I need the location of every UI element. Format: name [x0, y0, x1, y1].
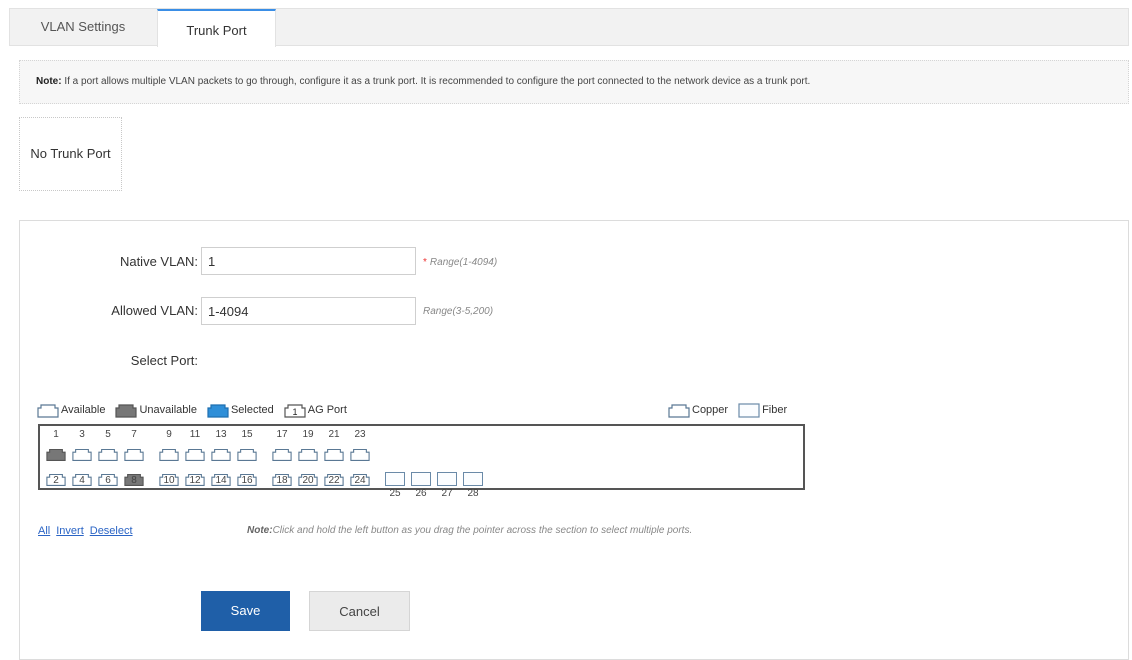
- port-number-label: 1: [53, 429, 59, 440]
- native-vlan-hint: * Range(1-4094): [423, 257, 497, 268]
- port-number-label: 10: [163, 475, 175, 486]
- port-21[interactable]: [324, 447, 344, 461]
- legend-selected-label: Selected: [230, 404, 274, 416]
- copper-port-icon: [668, 403, 690, 418]
- drag-select-note: Note:Click and hold the left button as y…: [247, 525, 692, 536]
- port-number-label: 18: [276, 475, 288, 486]
- save-button[interactable]: Save: [201, 591, 290, 631]
- port-number-label: 26: [415, 488, 427, 499]
- port-number-label: 8: [131, 475, 137, 486]
- allowed-vlan-input[interactable]: [201, 297, 416, 325]
- port-15[interactable]: [237, 447, 257, 461]
- port-number-label: 16: [241, 475, 253, 486]
- port-available-icon: [37, 403, 59, 418]
- port-number-label: 27: [441, 488, 453, 499]
- note-prefix: Note:: [36, 76, 62, 87]
- native-vlan-label: Native VLAN:: [119, 254, 198, 269]
- port-5[interactable]: [98, 447, 118, 461]
- tab-bar: VLAN Settings Trunk Port: [9, 8, 1129, 47]
- native-vlan-input[interactable]: [201, 247, 416, 275]
- port-number-label: 2: [53, 475, 59, 486]
- port-3[interactable]: [72, 447, 92, 461]
- invert-link[interactable]: Invert: [56, 525, 84, 537]
- port-number-label: 6: [105, 475, 111, 486]
- port-1[interactable]: [46, 447, 66, 461]
- select-all-link[interactable]: All: [38, 525, 50, 537]
- legend-available: Available: [37, 403, 105, 418]
- legend-copper: Copper: [668, 403, 728, 418]
- port-17[interactable]: [272, 447, 292, 461]
- port-number-label: 4: [79, 475, 85, 486]
- port-number-label: 28: [467, 488, 479, 499]
- legend-fiber: Fiber: [738, 402, 788, 418]
- trunk-port-status: No Trunk Port: [19, 117, 122, 191]
- legend-selected: Selected: [207, 403, 274, 418]
- legend-copper-label: Copper: [692, 404, 729, 416]
- port-9[interactable]: [159, 447, 179, 461]
- port-selected-icon: [207, 403, 229, 418]
- allowed-vlan-label: Allowed VLAN:: [111, 303, 198, 318]
- port-number-label: 21: [328, 429, 340, 440]
- native-vlan-range: Range(1-4094): [429, 257, 498, 268]
- port-number-label: 7: [131, 429, 137, 440]
- port-23[interactable]: [350, 447, 370, 461]
- port-number-label: 13: [215, 429, 227, 440]
- ag-port-number: 1: [292, 407, 297, 417]
- legend-fiber-label: Fiber: [762, 404, 788, 416]
- legend-unavailable-label: Unavailable: [139, 404, 197, 416]
- cancel-button[interactable]: Cancel: [309, 591, 410, 631]
- port-number-label: 9: [166, 429, 172, 440]
- port-unavailable-icon: [115, 403, 138, 418]
- tab-trunk-port[interactable]: Trunk Port: [157, 9, 276, 47]
- port-number-label: 12: [189, 475, 201, 486]
- drag-note-text: Click and hold the left button as you dr…: [272, 525, 693, 536]
- port-number-label: 23: [354, 429, 366, 440]
- port-number-label: 20: [302, 475, 314, 486]
- port-number-label: 5: [105, 429, 111, 440]
- port-number-label: 17: [276, 429, 288, 440]
- fiber-port-26[interactable]: [411, 472, 431, 486]
- port-number-label: 25: [389, 488, 401, 499]
- ag-port-icon: 1: [284, 403, 306, 418]
- legend-ag-port: 1 AG Port: [284, 403, 347, 418]
- port-number-label: 14: [215, 475, 227, 486]
- port-13[interactable]: [211, 447, 231, 461]
- port-panel[interactable]: 1 3 5 7 9 11 13 15 17 19 21 23 2 4 6 8 10 12 14 16 18 20 22 24 2…: [38, 424, 805, 499]
- legend-ag-port-label: AG Port: [307, 404, 347, 416]
- fiber-port-25[interactable]: [385, 472, 405, 486]
- port-number-label: 15: [241, 429, 253, 440]
- fiber-port-28[interactable]: [463, 472, 483, 486]
- port-number-label: 19: [302, 429, 314, 440]
- note-text: If a port allows multiple VLAN packets t…: [61, 76, 811, 87]
- port-number-label: 22: [328, 475, 340, 486]
- note-box: Note: If a port allows multiple VLAN pac…: [19, 60, 1129, 104]
- legend-available-label: Available: [61, 404, 106, 416]
- drag-note-prefix: Note:: [247, 525, 273, 536]
- port-7[interactable]: [124, 447, 144, 461]
- fiber-port-icon: [738, 402, 760, 418]
- select-port-label: Select Port:: [130, 353, 198, 368]
- allowed-vlan-hint: Range(3-5,200): [423, 306, 494, 317]
- port-number-label: 3: [79, 429, 85, 440]
- port-legend: Available Unavailable Selected 1 AG Port: [37, 402, 353, 418]
- required-mark: *: [423, 257, 427, 268]
- port-19[interactable]: [298, 447, 318, 461]
- port-11[interactable]: [185, 447, 205, 461]
- port-selection-links: All Invert Deselect: [38, 525, 139, 537]
- port-number-label: 11: [189, 429, 201, 440]
- tab-vlan-settings[interactable]: VLAN Settings: [10, 9, 156, 47]
- fiber-port-27[interactable]: [437, 472, 457, 486]
- port-number-label: 24: [354, 475, 366, 486]
- deselect-link[interactable]: Deselect: [90, 525, 133, 537]
- port-type-legend: Copper Fiber: [668, 402, 793, 418]
- legend-unavailable: Unavailable: [115, 403, 197, 418]
